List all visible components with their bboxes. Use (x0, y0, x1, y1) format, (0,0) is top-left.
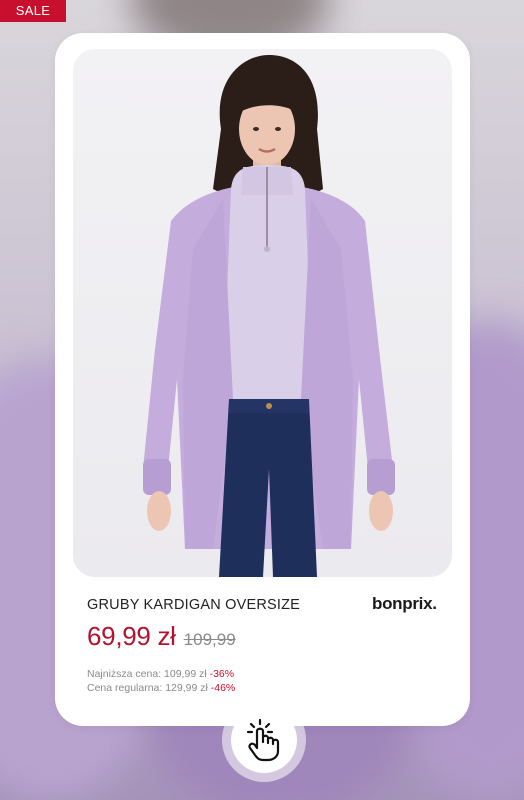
lowest-price-note: Najniższa cena: 109,99 zł -36% (87, 668, 234, 680)
brand-logo: bonprix. (372, 594, 437, 613)
product-title[interactable]: GRUBY KARDIGAN OVERSIZE (87, 597, 300, 613)
regular-price-label: Cena regularna: 129,99 zł (87, 682, 211, 694)
regular-price-discount: -46% (210, 682, 236, 694)
current-price: 69,99 zł (87, 621, 176, 651)
model-wearing-cardigan-illustration (143, 55, 395, 577)
price-row: 69,99 zł 109,99 (87, 621, 236, 652)
sale-badge: SALE (0, 0, 66, 22)
lowest-price-label: Najniższa cena: 109,99 zł (87, 668, 210, 680)
product-image[interactable] (73, 49, 452, 577)
old-price: 109,99 (183, 630, 236, 649)
regular-price-note: Cena regularna: 129,99 zł -46% (87, 682, 235, 694)
product-card[interactable]: GRUBY KARDIGAN OVERSIZE bonprix. 69,99 z… (55, 33, 470, 726)
hand-tap-icon (246, 718, 280, 762)
lowest-price-discount: -36% (209, 668, 235, 680)
tap-button[interactable] (231, 707, 297, 773)
